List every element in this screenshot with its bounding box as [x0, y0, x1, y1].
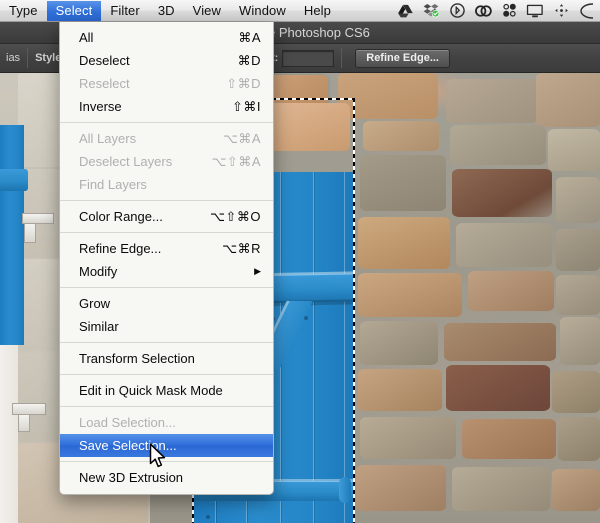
dropbox-synced-icon[interactable] — [418, 1, 444, 21]
menu-item-modify[interactable]: Modify ▶ — [60, 260, 273, 283]
menu-item-label: Edit in Quick Mask Mode — [79, 383, 223, 398]
menu-item-shortcut: ⌘A — [238, 30, 261, 45]
menu-separator — [60, 406, 273, 407]
menu-separator — [60, 374, 273, 375]
menu-separator — [60, 200, 273, 201]
menu-item-transform-selection[interactable]: Transform Selection — [60, 347, 273, 370]
menu-item-label: Inverse — [79, 99, 122, 114]
menu-item-label: Refine Edge... — [79, 241, 162, 256]
shutter-latch — [339, 477, 351, 503]
menu-item-label: All — [79, 30, 94, 45]
menu-separator — [60, 122, 273, 123]
display-icon[interactable] — [522, 1, 548, 21]
menu-item-color-range[interactable]: Color Range... ⌥⇧⌘O — [60, 205, 273, 228]
menu-filter[interactable]: Filter — [101, 1, 149, 21]
menu-item-label: Similar — [79, 319, 119, 334]
height-input[interactable] — [282, 49, 335, 67]
menu-item-reselect: Reselect ⇧⌘D — [60, 72, 273, 95]
menu-item-deselect[interactable]: Deselect ⌘D — [60, 49, 273, 72]
menu-item-shortcut: ⌥⇧⌘A — [211, 154, 261, 169]
select-menu-dropdown[interactable]: All ⌘A Deselect ⌘D Reselect ⇧⌘D Inverse … — [59, 22, 274, 495]
menu-help[interactable]: Help — [295, 1, 340, 21]
creative-cloud-icon[interactable] — [470, 1, 496, 21]
menu-item-label: Find Layers — [79, 177, 147, 192]
menu-item-save-selection[interactable]: Save Selection... — [60, 434, 273, 457]
menu-item-refine-edge[interactable]: Refine Edge... ⌥⌘R — [60, 237, 273, 260]
menu-item-shortcut: ⇧⌘I — [231, 99, 261, 114]
menu-item-label: Load Selection... — [79, 415, 176, 430]
menu-item-similar[interactable]: Similar — [60, 315, 273, 338]
menu-item-all[interactable]: All ⌘A — [60, 26, 273, 49]
menu-item-label: Deselect — [79, 53, 130, 68]
menu-3d[interactable]: 3D — [149, 1, 184, 21]
menu-item-label: Deselect Layers — [79, 154, 173, 169]
menu-view[interactable]: View — [184, 1, 230, 21]
submenu-arrow-icon: ▶ — [254, 266, 261, 276]
menu-separator — [60, 232, 273, 233]
menu-item-find-layers: Find Layers — [60, 173, 273, 196]
menu-item-shortcut: ⌥⌘A — [222, 131, 261, 146]
menu-item-label: Transform Selection — [79, 351, 195, 366]
menu-item-label: Reselect — [79, 76, 130, 91]
menu-item-shortcut: ⌥⇧⌘O — [210, 209, 261, 224]
google-drive-icon[interactable] — [392, 1, 418, 21]
menu-item-edit-in-quick-mask-mode[interactable]: Edit in Quick Mask Mode — [60, 379, 273, 402]
menu-item-grow[interactable]: Grow — [60, 292, 273, 315]
menu-type[interactable]: Type — [0, 1, 47, 21]
dots-grid-icon[interactable] — [496, 1, 522, 21]
partial-icon[interactable] — [574, 1, 600, 21]
options-divider-1 — [27, 48, 29, 68]
menu-separator — [60, 342, 273, 343]
menu-item-shortcut: ⌥⌘R — [222, 241, 261, 256]
move-tool-icon[interactable] — [548, 1, 574, 21]
menu-item-label: Save Selection... — [79, 438, 177, 453]
menu-separator — [60, 287, 273, 288]
menu-window[interactable]: Window — [230, 1, 295, 21]
app-title: e Photoshop CS6 — [268, 25, 370, 40]
antialias-label: ias — [6, 52, 21, 64]
menu-item-all-layers: All Layers ⌥⌘A — [60, 127, 273, 150]
menu-item-deselect-layers: Deselect Layers ⌥⇧⌘A — [60, 150, 273, 173]
shutter-left-partial — [0, 125, 24, 345]
menu-item-label: Color Range... — [79, 209, 163, 224]
menu-item-label: Modify — [79, 264, 118, 279]
mac-menu-bar: Type Select Filter 3D View Window Help — [0, 0, 600, 22]
window-frame-white — [0, 341, 18, 523]
refine-edge-button[interactable]: Refine Edge... — [355, 48, 450, 68]
menu-item-label: Grow — [79, 296, 111, 311]
options-divider-2 — [341, 48, 343, 68]
bluetooth-circle-icon[interactable] — [444, 1, 470, 21]
menu-item-inverse[interactable]: Inverse ⇧⌘I — [60, 95, 273, 118]
menu-select[interactable]: Select — [46, 0, 102, 21]
menu-separator — [60, 461, 273, 462]
menu-item-load-selection: Load Selection... — [60, 411, 273, 434]
menu-item-label: New 3D Extrusion — [79, 470, 184, 485]
menu-item-label: All Layers — [79, 131, 137, 146]
menu-item-shortcut: ⇧⌘D — [226, 76, 261, 91]
menu-item-new-3d-extrusion[interactable]: New 3D Extrusion — [60, 466, 273, 489]
menu-item-shortcut: ⌘D — [237, 53, 261, 68]
